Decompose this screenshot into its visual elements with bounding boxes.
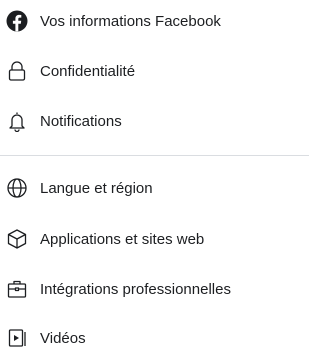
- menu-item-language-region[interactable]: Langue et région: [0, 170, 309, 206]
- briefcase-icon: [6, 278, 28, 300]
- menu-item-business-integrations[interactable]: Intégrations professionnelles: [0, 271, 309, 307]
- menu-item-label: Intégrations professionnelles: [40, 280, 231, 298]
- video-play-icon: [6, 327, 28, 349]
- facebook-logo-icon: [6, 10, 28, 32]
- menu-item-label: Notifications: [40, 112, 122, 130]
- menu-item-label: Vidéos: [40, 329, 86, 347]
- lock-icon: [6, 60, 28, 82]
- menu-item-label: Langue et région: [40, 179, 153, 197]
- menu-item-apps-websites[interactable]: Applications et sites web: [0, 221, 309, 257]
- menu-divider: [0, 155, 309, 156]
- menu-item-privacy[interactable]: Confidentialité: [0, 53, 309, 89]
- settings-menu: Vos informations Facebook Confidentialit…: [0, 0, 309, 348]
- menu-item-label: Vos informations Facebook: [40, 12, 221, 30]
- menu-item-notifications[interactable]: Notifications: [0, 103, 309, 139]
- cube-icon: [6, 228, 28, 250]
- globe-icon: [6, 177, 28, 199]
- menu-item-label: Confidentialité: [40, 62, 136, 80]
- menu-item-label: Applications et sites web: [40, 230, 205, 248]
- menu-item-facebook-information[interactable]: Vos informations Facebook: [0, 3, 309, 39]
- bell-icon: [6, 110, 28, 132]
- menu-item-videos[interactable]: Vidéos: [0, 320, 309, 356]
